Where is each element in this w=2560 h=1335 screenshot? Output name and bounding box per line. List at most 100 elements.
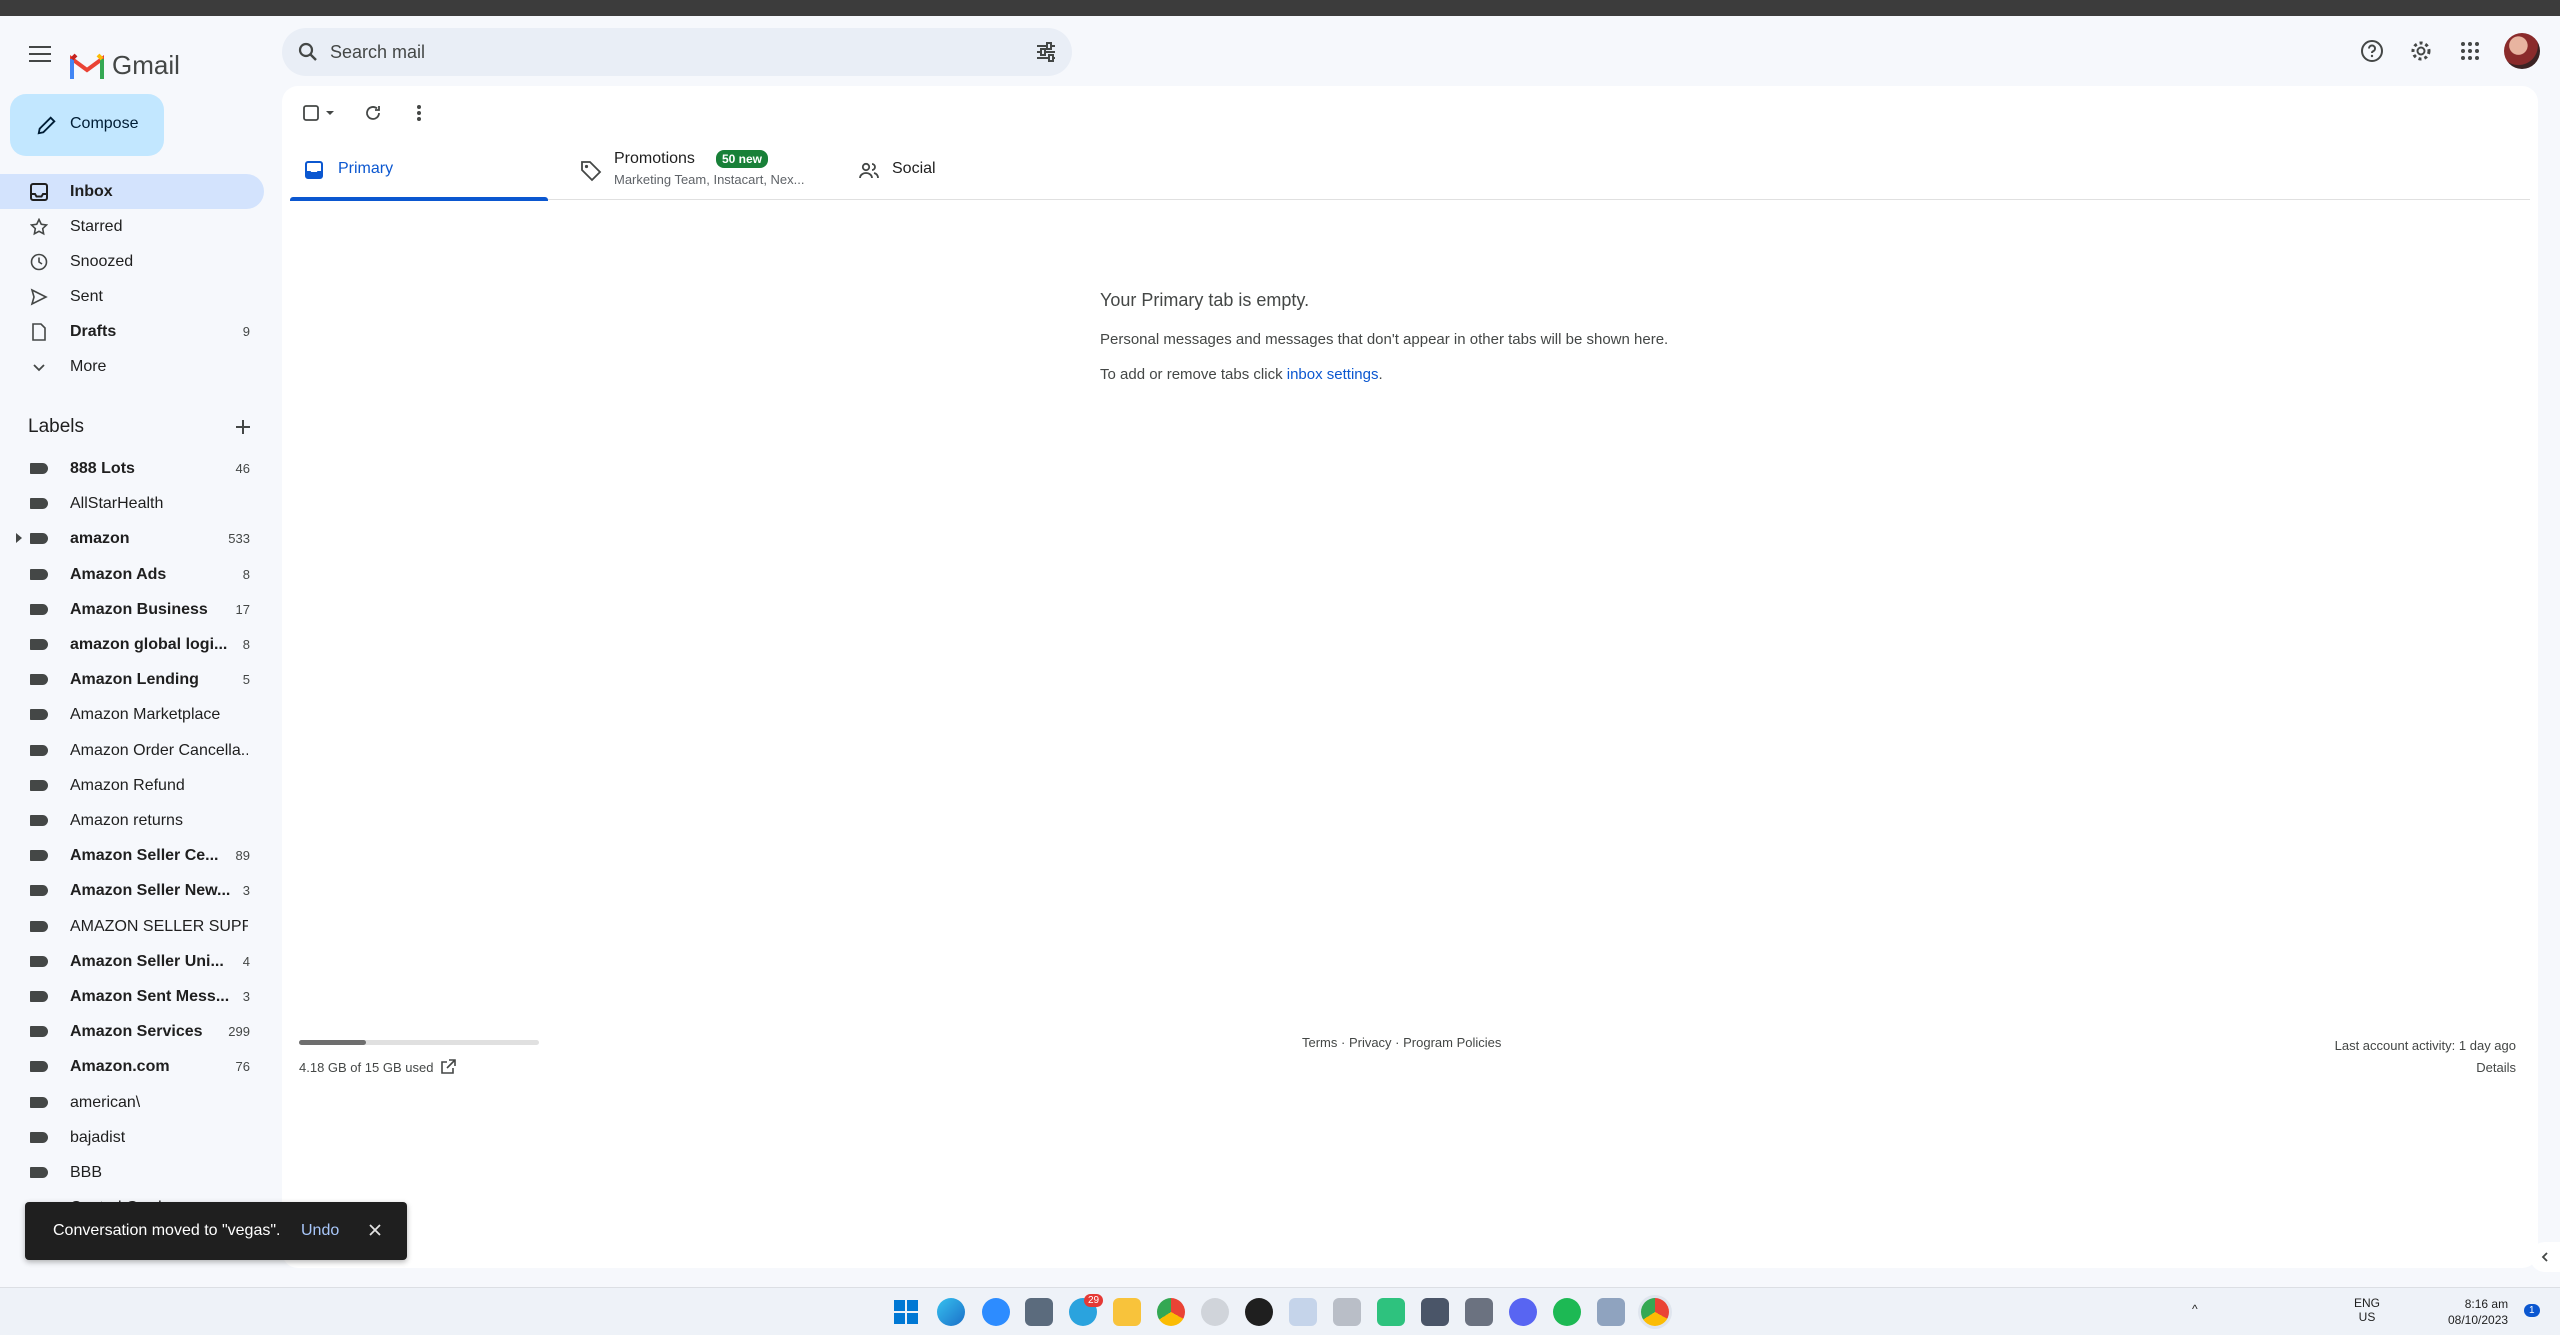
app-icon-misc[interactable] — [1333, 1298, 1361, 1326]
expand-arrow-icon[interactable] — [16, 533, 22, 544]
label-count: 299 — [228, 1024, 250, 1040]
footer-links[interactable]: Terms · Privacy · Program Policies — [1302, 1035, 1501, 1050]
label-item[interactable]: Amazon Seller Ce... 89 — [0, 838, 264, 873]
refresh-button[interactable] — [358, 98, 388, 128]
notification-badge[interactable]: 1 — [2524, 1304, 2540, 1317]
more-actions-button[interactable] — [404, 98, 434, 128]
label-tag-icon — [30, 1096, 48, 1108]
label-item[interactable]: Amazon Refund — [0, 768, 264, 803]
settings-app-icon[interactable] — [1201, 1298, 1229, 1326]
label-item[interactable]: amazon 533 — [0, 521, 264, 556]
label-count: 4 — [242, 953, 250, 969]
calculator-icon[interactable] — [1025, 1298, 1053, 1326]
tab-primary[interactable]: Primary — [290, 140, 548, 201]
toast-message: Conversation moved to "vegas". — [53, 1222, 281, 1239]
nav-item-starred[interactable]: Starred — [0, 209, 264, 244]
nav-item-snoozed[interactable]: Snoozed — [0, 244, 264, 279]
label-item[interactable]: Amazon.com 76 — [0, 1049, 264, 1084]
label-item[interactable]: bajadist — [0, 1120, 264, 1155]
language-indicator[interactable]: ENG US — [2354, 1296, 2380, 1324]
label-name: amazon — [70, 530, 130, 548]
clock-app-icon[interactable] — [1465, 1298, 1493, 1326]
nav-item-inbox[interactable]: Inbox — [0, 174, 264, 209]
create-label-button[interactable] — [230, 414, 256, 440]
label-item[interactable]: BBB — [0, 1155, 264, 1190]
edge-icon[interactable] — [937, 1298, 965, 1326]
side-panel-toggle[interactable] — [2530, 1242, 2560, 1272]
app-name: Gmail — [112, 50, 180, 80]
search-bar[interactable]: Search mail — [282, 28, 1072, 76]
nav-item-drafts[interactable]: Drafts 9 — [0, 314, 264, 349]
chevron-down-icon — [33, 364, 45, 372]
virtualbox-icon[interactable] — [1421, 1298, 1449, 1326]
details-link[interactable]: Details — [2335, 1057, 2516, 1079]
select-all-checkbox[interactable] — [300, 98, 344, 128]
label-item[interactable]: amazon global logi... 8 — [0, 627, 264, 662]
label-count: 533 — [228, 531, 250, 547]
hamburger-icon — [29, 46, 51, 62]
gmail-logo[interactable]: Gmail — [70, 50, 180, 81]
clock-date: 08/10/2023 — [2448, 1313, 2509, 1327]
app-icon-plus[interactable] — [1289, 1298, 1317, 1326]
label-item[interactable]: Amazon Business 17 — [0, 592, 264, 627]
label-item[interactable]: Amazon Ads 8 — [0, 557, 264, 592]
tab-promotions[interactable]: Promotions 50 new Marketing Team, Instac… — [566, 140, 836, 200]
open-in-new-icon[interactable] — [439, 1058, 457, 1076]
account-avatar[interactable] — [2504, 33, 2540, 69]
label-tag-icon — [30, 533, 48, 545]
app-icon-dark[interactable] — [1245, 1298, 1273, 1326]
label-item[interactable]: 888 Lots 46 — [0, 451, 264, 486]
chrome-active-icon[interactable] — [1641, 1298, 1669, 1326]
label-name: Amazon Lending — [70, 671, 199, 689]
nav-item-sent[interactable]: Sent — [0, 279, 264, 314]
compose-button[interactable]: Compose — [10, 94, 164, 156]
label-tag-icon — [30, 639, 48, 650]
empty-settings-hint: To add or remove tabs click inbox settin… — [1100, 366, 1668, 383]
label-tag-icon — [30, 815, 48, 826]
inbox-icon — [30, 183, 48, 201]
system-clock[interactable]: 8:16 am 08/10/2023 — [2448, 1296, 2508, 1328]
label-item[interactable]: Amazon Order Cancella... — [0, 733, 264, 768]
spotify-icon[interactable] — [1553, 1298, 1581, 1326]
tray-overflow-icon[interactable]: ^ — [2192, 1302, 2198, 1316]
label-item[interactable]: Amazon returns — [0, 803, 264, 838]
google-apps-button[interactable] — [2450, 31, 2490, 71]
label-item[interactable]: Amazon Seller Uni... 4 — [0, 944, 264, 979]
label-tag-icon — [30, 885, 48, 897]
nav-item-more[interactable]: More — [0, 349, 264, 384]
undo-button[interactable]: Undo — [301, 1222, 339, 1240]
label-name: Amazon Marketplace — [70, 706, 221, 724]
search-icon[interactable] — [296, 40, 320, 64]
filter-options-icon[interactable] — [1034, 40, 1058, 64]
remote-desktop-icon[interactable] — [1597, 1298, 1625, 1326]
nav-label: More — [70, 358, 107, 375]
inbox-settings-link[interactable]: inbox settings — [1287, 366, 1379, 383]
tab-social[interactable]: Social — [844, 140, 1102, 200]
file-explorer-icon[interactable] — [1113, 1298, 1141, 1326]
label-tag-icon — [30, 1167, 48, 1178]
label-item[interactable]: Amazon Seller New... 3 — [0, 873, 264, 908]
label-item[interactable]: AMAZON SELLER SUPP... — [0, 909, 264, 944]
label-item[interactable]: Amazon Marketplace — [0, 697, 264, 732]
search-input[interactable]: Search mail — [330, 42, 425, 63]
label-item[interactable]: Amazon Services 299 — [0, 1014, 264, 1049]
label-item[interactable]: Amazon Sent Mess... 3 — [0, 979, 264, 1014]
last-activity-text: Last account activity: 1 day ago — [2334, 1038, 2516, 1053]
chrome-icon[interactable] — [1157, 1298, 1185, 1326]
close-icon[interactable] — [365, 1220, 385, 1240]
label-item[interactable]: Amazon Lending 5 — [0, 662, 264, 697]
support-button[interactable] — [2352, 31, 2392, 71]
label-tag-icon — [30, 991, 48, 1002]
tab-subtitle: Marketing Team, Instacart, Nex... — [614, 172, 805, 187]
telegram-badge: 29 — [1084, 1294, 1104, 1307]
nav-label: Sent — [70, 288, 103, 305]
settings-button[interactable] — [2401, 31, 2441, 71]
main-menu-button[interactable] — [22, 36, 58, 72]
zoom-icon[interactable] — [982, 1298, 1010, 1326]
label-item[interactable]: AllStarHealth — [0, 486, 264, 521]
windows-start-icon[interactable] — [892, 1298, 920, 1326]
label-name: Amazon Business — [70, 600, 208, 618]
discord-icon[interactable] — [1509, 1298, 1537, 1326]
label-item[interactable]: american\ — [0, 1085, 264, 1120]
android-app-icon[interactable] — [1377, 1298, 1405, 1326]
